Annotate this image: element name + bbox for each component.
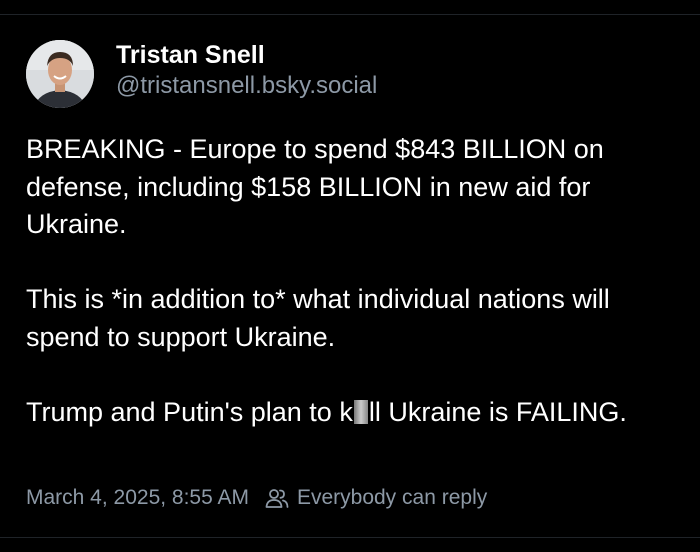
author-display-name[interactable]: Tristan Snell xyxy=(116,40,377,70)
post-timestamp[interactable]: March 4, 2025, 8:55 AM xyxy=(26,486,249,510)
post-paragraph-2: This is *in addition to* what individual… xyxy=(26,284,610,352)
post-paragraph-3-after: ll Ukraine is FAILING. xyxy=(368,396,627,427)
censor-blur xyxy=(353,399,368,424)
top-divider xyxy=(0,14,700,15)
post-paragraph-3-before: Trump and Putin's plan to k xyxy=(26,396,353,427)
avatar[interactable] xyxy=(26,40,94,108)
people-icon xyxy=(265,487,289,509)
post-header: Tristan Snell @tristansnell.bsky.social xyxy=(26,40,686,108)
post-text: BREAKING - Europe to spend $843 BILLION … xyxy=(26,131,676,431)
bottom-divider xyxy=(0,537,700,538)
author-handle[interactable]: @tristansnell.bsky.social xyxy=(116,70,377,102)
post-meta: March 4, 2025, 8:55 AM Everybody can rep… xyxy=(26,486,487,510)
post-paragraph-3: Trump and Putin's plan to k ll Ukraine is… xyxy=(26,394,676,432)
post-paragraph-1: BREAKING - Europe to spend $843 BILLION … xyxy=(26,134,604,239)
post: Tristan Snell @tristansnell.bsky.social … xyxy=(26,40,686,509)
reply-setting[interactable]: Everybody can reply xyxy=(265,486,487,510)
avatar-image xyxy=(26,40,94,108)
author-info: Tristan Snell @tristansnell.bsky.social xyxy=(116,40,377,102)
reply-setting-label: Everybody can reply xyxy=(296,486,488,509)
